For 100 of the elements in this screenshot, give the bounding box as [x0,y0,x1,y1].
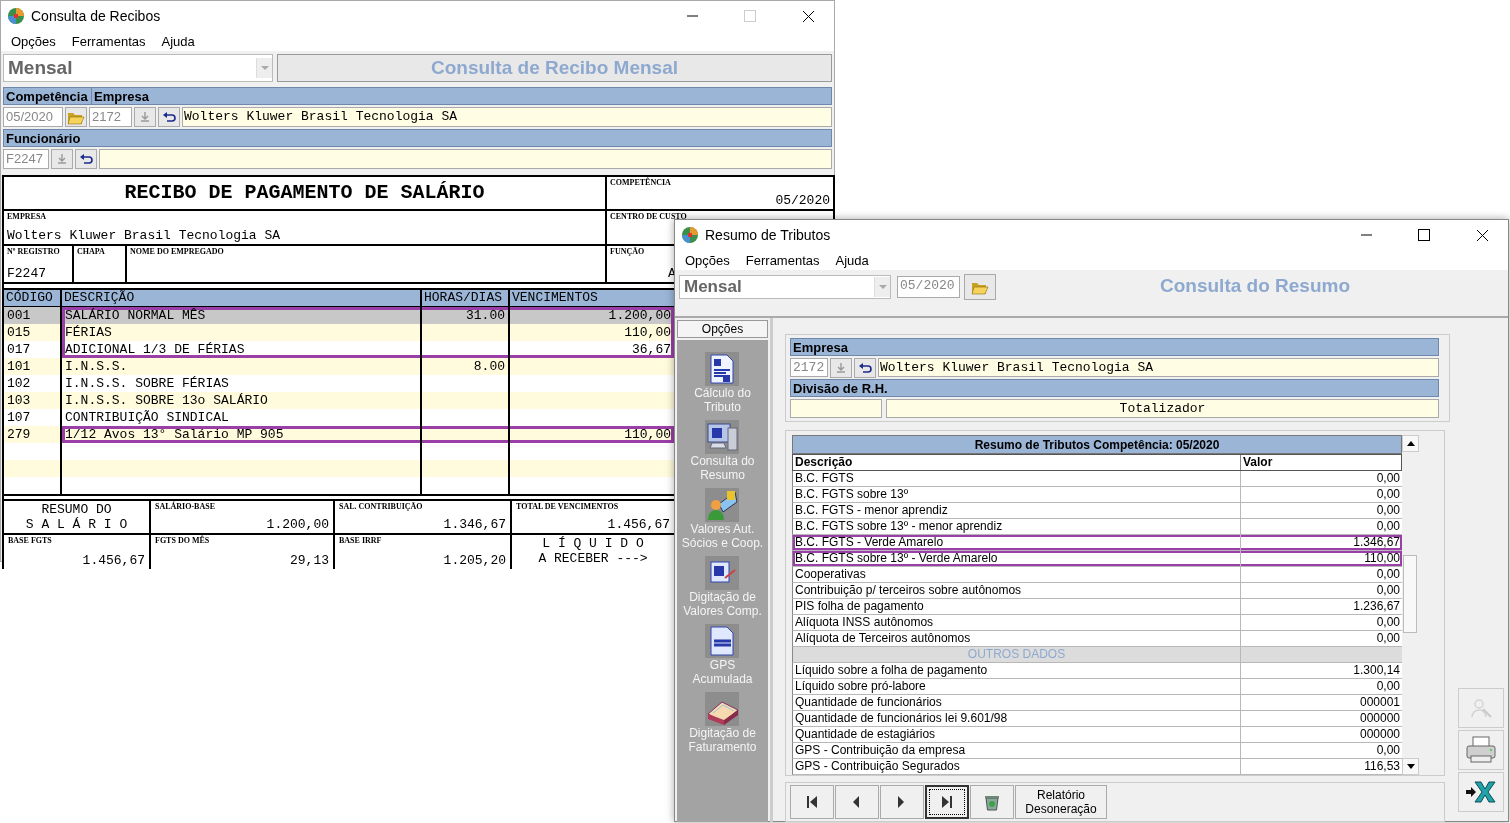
table-cell: GPS - Contribuição da empresa [793,743,1241,758]
summary-title: RESUMO DO S A L Á R I O [24,502,129,532]
maximize-icon [744,10,756,22]
table-cell-text: 0,00 [1375,615,1401,630]
field-label: Nº REGISTRO [7,247,61,257]
table-cell: B.C. FGTS sobre 13º - menor aprendiz [793,519,1241,534]
table-cell-text: 36,67 [631,341,672,358]
field-label: SAL. CONTRIBUIÇÃO [339,502,424,512]
table-cell: Contribuição p/ terceiros sobre autônomos [793,583,1241,598]
field-label: CHAPA [77,247,106,257]
table-row[interactable]: 101 I.N.S.S. 8.00 [4,358,674,375]
field-label: COMPETÊNCIA [610,178,672,188]
summary-value: 29,13 [289,553,329,568]
table-cell: Líquido sobre a folha de pagamento [793,663,1241,678]
table-cell: Líquido sobre pró-labore [793,679,1241,694]
table-row[interactable]: 279 1/12 Avos 13° Salário MP 905 110,00 [4,426,674,443]
column-header: HORAS/DIAS [422,290,510,306]
table-cell-text: 1.200,00 [607,307,672,324]
table-cell-text: 0,00 [1375,487,1401,502]
page-heading: Consulta de Recibo Mensal [277,54,832,82]
company-code-field[interactable]: 2172 [89,107,132,127]
table-row[interactable]: 017 ADICIONAL 1/3 DE FÉRIAS 36,67 [4,341,674,358]
last-record-button[interactable] [925,785,969,819]
field-label: BASE IRRF [339,536,383,546]
caret-icon [877,284,888,290]
table-cell: B.C. FGTS - menor aprendiz [793,503,1241,518]
table-cell: 279 [4,426,62,443]
receipt-title: RECIBO DE PAGAMENTO DE SALÁRIO [123,180,486,206]
toolbar-button[interactable] [1458,772,1504,812]
company-name-field: Wolters Kluwer Brasil Tecnologia SA [878,358,1439,377]
employee-code-field[interactable]: F2247 [3,149,49,169]
summary-value: 1.200,00 [265,517,329,532]
table-cell: 103 [4,392,62,409]
table-cell: B.C. FGTS [793,471,1241,486]
scroll-thumb[interactable] [1403,555,1417,633]
undo-icon [79,154,93,164]
download-icon [835,362,847,374]
table-cell-text: 0,00 [1375,503,1401,518]
table-cell-text: 110,00 [623,324,672,341]
table-cell: B.C. FGTS sobre 13º [793,487,1241,502]
table-cell: B.C. FGTS - Verde Amarelo [793,535,1241,550]
field-label: EMPRESA [7,212,48,222]
download-icon [139,111,151,123]
undo-button[interactable] [75,149,97,169]
report-button[interactable]: Relatório Desoneração [1015,785,1107,819]
menu-item[interactable]: Opções [3,31,64,51]
table-cell-text: 000001 [1358,695,1401,710]
table-cell-text: 116,53 [1363,759,1401,774]
scrollbar[interactable] [1402,435,1420,775]
trash-button[interactable] [970,785,1014,819]
field-label: Divisão de R.H. [792,380,888,396]
table-cell: Quantidade de funcionários lei 9.601/98 [793,711,1241,726]
scroll-up-icon [1405,440,1416,447]
table-cell: I.N.S.S. SOBRE 13o SALÁRIO [62,392,422,409]
period-field[interactable]: 05/2020 [3,107,63,127]
menu-item[interactable]: Ajuda [153,31,203,51]
table-cell: FÉRIAS [62,324,422,341]
field-label: FGTS DO MÊS [155,536,211,546]
column-header: Valor [1242,455,1273,470]
folder-button[interactable] [964,274,996,300]
field-label: NOME DO EMPREGADO [130,247,225,257]
table-cell: B.C. FGTS sobre 13º - Verde Amarelo [793,551,1241,566]
table-row[interactable]: 001 SALÁRIO NORMAL MÊS 31.00 1.200,00 [4,307,674,324]
first-record-button[interactable] [790,785,834,819]
last-record-icon [940,795,954,809]
registration-value: F2247 [7,266,47,281]
period-dropdown[interactable]: Mensal [679,275,891,299]
computer-icon [705,420,740,454]
table-cell-text: 0,00 [1375,519,1401,534]
close-icon [1476,229,1488,241]
menu-item[interactable]: Ferramentas [63,31,154,51]
summary-value: 1.456,67 [606,517,670,532]
division-code-field[interactable] [790,399,882,418]
summary-value: 1.205,20 [442,553,506,568]
undo-button[interactable] [854,358,876,378]
menu-item[interactable]: Ferramentas [737,250,828,270]
undo-icon [162,112,176,122]
menu-item[interactable]: Ajuda [827,250,877,270]
summary-value: 1.456,67 [81,553,145,568]
table-row[interactable]: 015 FÉRIAS 110,00 [4,324,674,341]
menu-item[interactable]: Opções [677,250,738,270]
undo-button[interactable] [158,107,180,127]
exit-icon [1465,778,1497,806]
table-cell-text: 110,00 [623,426,672,443]
summary-title: L Í Q U I D O A RECEBER ---> [537,536,649,566]
period-field[interactable]: 05/2020 [897,276,960,298]
division-name-field: Totalizador [886,399,1439,418]
table-cell: Quantidade de funcionários [793,695,1241,710]
options-button[interactable]: Opções [677,320,768,338]
table-cell: Alíquota INSS autônomos [793,615,1241,630]
folder-button[interactable] [65,107,87,127]
undo-icon [858,363,872,373]
company-code-field[interactable]: 2172 [790,358,828,377]
table-cell-text: 000000 [1358,727,1401,742]
table-cell: PIS folha de pagamento [793,599,1241,614]
table-row[interactable]: 103 I.N.S.S. SOBRE 13o SALÁRIO [4,392,674,409]
scroll-down-icon [1405,763,1416,770]
company-name: Wolters Kluwer Brasil Tecnologia SA [7,228,282,243]
field-label: TOTAL DE VENCIMENTOS [516,502,620,512]
period-dropdown[interactable]: Mensal [3,54,273,82]
